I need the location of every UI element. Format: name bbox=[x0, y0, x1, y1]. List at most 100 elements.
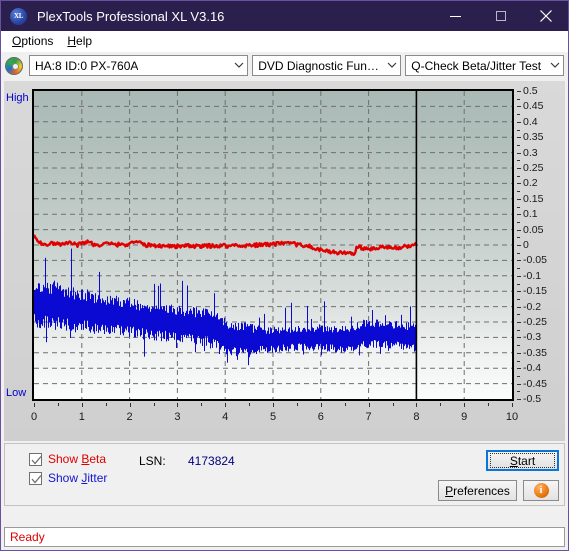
maximize-icon[interactable] bbox=[478, 1, 523, 31]
x-minor-tick bbox=[344, 403, 346, 406]
y-tick-label: 0.25 bbox=[523, 162, 544, 174]
y-tick-mark bbox=[517, 383, 521, 385]
y-tick-mark bbox=[517, 121, 521, 123]
x-tick-mark bbox=[464, 403, 466, 407]
show-jitter-label: Show Jitter bbox=[48, 471, 107, 485]
y-tick-mark bbox=[517, 152, 521, 154]
y-tick-mark bbox=[517, 260, 521, 262]
checkmark-icon[interactable] bbox=[29, 471, 42, 485]
drive-select-value: HA:8 ID:0 PX-760A bbox=[35, 58, 139, 73]
x-minor-tick bbox=[153, 403, 155, 406]
x-tick-label: 10 bbox=[505, 411, 519, 423]
show-jitter-rest: itter bbox=[87, 471, 108, 485]
test-select[interactable]: Q-Check Beta/Jitter Test bbox=[405, 55, 564, 76]
x-minor-tick bbox=[296, 403, 298, 406]
function-select[interactable]: DVD Diagnostic Functions bbox=[252, 55, 402, 76]
y-tick-mark bbox=[517, 137, 521, 139]
y-minor-tick bbox=[517, 283, 520, 285]
preferences-button-rest: references bbox=[453, 483, 510, 498]
y-tick-mark bbox=[517, 337, 521, 339]
x-tick-mark bbox=[34, 403, 35, 407]
checkmark-icon[interactable] bbox=[29, 452, 42, 466]
chevron-down-icon[interactable] bbox=[383, 62, 400, 69]
minimize-icon[interactable] bbox=[433, 1, 478, 31]
x-tick-mark bbox=[320, 403, 322, 407]
y-minor-tick bbox=[517, 268, 520, 270]
y-tick-label: 0.5 bbox=[523, 85, 538, 97]
y-tick-label: 0.3 bbox=[523, 146, 538, 159]
show-jitter-checkbox-row[interactable]: Show Jitter bbox=[29, 471, 107, 485]
y-minor-tick bbox=[517, 345, 520, 347]
y-tick-label: -0.2 bbox=[523, 300, 542, 313]
y-minor-tick bbox=[517, 144, 520, 146]
x-minor-tick bbox=[249, 403, 251, 406]
test-select-value: Q-Check Beta/Jitter Test bbox=[411, 58, 542, 73]
content-area: High Low 0.5 0.45 0.4 0.35 0.3 0.25 0.2 0.15 0.1… bbox=[1, 79, 568, 550]
menu-help-accel: H bbox=[67, 34, 77, 48]
y-tick-label: 0.1 bbox=[523, 208, 538, 221]
show-beta-checkbox-row[interactable]: Show Beta bbox=[29, 452, 106, 466]
x-tick-mark bbox=[368, 403, 370, 407]
x-tick-label: 8 bbox=[413, 411, 420, 423]
toolbar: HA:8 ID:0 PX-760A DVD Diagnostic Functio… bbox=[1, 52, 568, 79]
info-icon: i bbox=[533, 483, 549, 498]
title-bar: XL PlexTools Professional XL V3.16 bbox=[1, 1, 568, 31]
chart-canvas bbox=[34, 91, 512, 399]
y-tick-label: -0.25 bbox=[523, 316, 547, 328]
x-tick-label: 1 bbox=[78, 411, 85, 423]
y-tick-label: -0.15 bbox=[523, 285, 547, 298]
optical-disc-icon bbox=[5, 56, 23, 75]
menu-options-rest: ptions bbox=[21, 34, 54, 48]
controls-panel: Show Beta Show Jitter LSN: 4173824 Start… bbox=[4, 443, 565, 506]
x-minor-tick bbox=[488, 403, 490, 406]
x-tick-label: 6 bbox=[317, 411, 324, 423]
menu-item-help[interactable]: Help bbox=[60, 32, 99, 50]
x-tick-label: 9 bbox=[461, 411, 468, 423]
function-select-value: DVD Diagnostic Functions bbox=[258, 58, 383, 73]
y-minor-tick bbox=[517, 237, 520, 239]
y-tick-mark bbox=[517, 229, 521, 231]
y-minor-tick bbox=[517, 206, 520, 208]
x-tick-mark bbox=[81, 403, 83, 407]
y-tick-mark bbox=[517, 91, 521, 92]
chevron-down-icon[interactable] bbox=[546, 62, 563, 69]
show-beta-rest: eta bbox=[89, 452, 107, 466]
info-button[interactable]: i bbox=[523, 480, 559, 501]
x-tick-mark bbox=[273, 403, 274, 407]
y-tick-mark bbox=[517, 214, 521, 216]
start-button-inner: Start bbox=[490, 453, 555, 468]
y-minor-tick bbox=[517, 98, 520, 100]
preferences-button[interactable]: Preferences bbox=[438, 480, 517, 501]
x-minor-tick bbox=[440, 403, 442, 406]
drive-select[interactable]: HA:8 ID:0 PX-760A bbox=[29, 55, 249, 76]
x-tick-mark bbox=[177, 403, 179, 407]
y-tick-mark bbox=[517, 198, 521, 200]
y-tick-mark bbox=[517, 245, 521, 246]
preferences-button-accel: P bbox=[445, 483, 454, 498]
y-minor-tick bbox=[517, 160, 520, 162]
menu-help-rest: elp bbox=[76, 34, 93, 48]
x-tick-label: 3 bbox=[174, 411, 181, 423]
y-minor-tick bbox=[517, 375, 520, 377]
y-tick-label: 0.15 bbox=[523, 192, 544, 205]
y-minor-tick bbox=[517, 252, 520, 254]
menu-item-options[interactable]: Options bbox=[5, 32, 60, 50]
y-tick-label: -0.35 bbox=[523, 346, 547, 359]
y-minor-tick bbox=[517, 360, 520, 362]
y-tick-label: 0.45 bbox=[523, 100, 544, 113]
axis-label-high: High bbox=[6, 92, 29, 104]
plot-area bbox=[32, 89, 514, 401]
chart-background: High Low 0.5 0.45 0.4 0.35 0.3 0.25 0.2 0.15 0.1… bbox=[4, 81, 565, 441]
y-tick-mark bbox=[517, 322, 521, 323]
y-minor-tick bbox=[517, 175, 520, 177]
chart-panel: High Low 0.5 0.45 0.4 0.35 0.3 0.25 0.2 0.15 0.1… bbox=[4, 81, 565, 441]
show-beta-prefix: Show bbox=[48, 452, 82, 466]
x-tick-mark bbox=[416, 403, 418, 407]
close-icon[interactable] bbox=[523, 1, 568, 31]
y-minor-tick bbox=[517, 329, 520, 331]
chevron-down-icon[interactable] bbox=[230, 62, 247, 69]
y-minor-tick bbox=[517, 191, 520, 193]
y-tick-mark bbox=[517, 368, 521, 370]
start-button[interactable]: Start bbox=[486, 450, 559, 471]
x-tick-label: 2 bbox=[126, 411, 133, 423]
